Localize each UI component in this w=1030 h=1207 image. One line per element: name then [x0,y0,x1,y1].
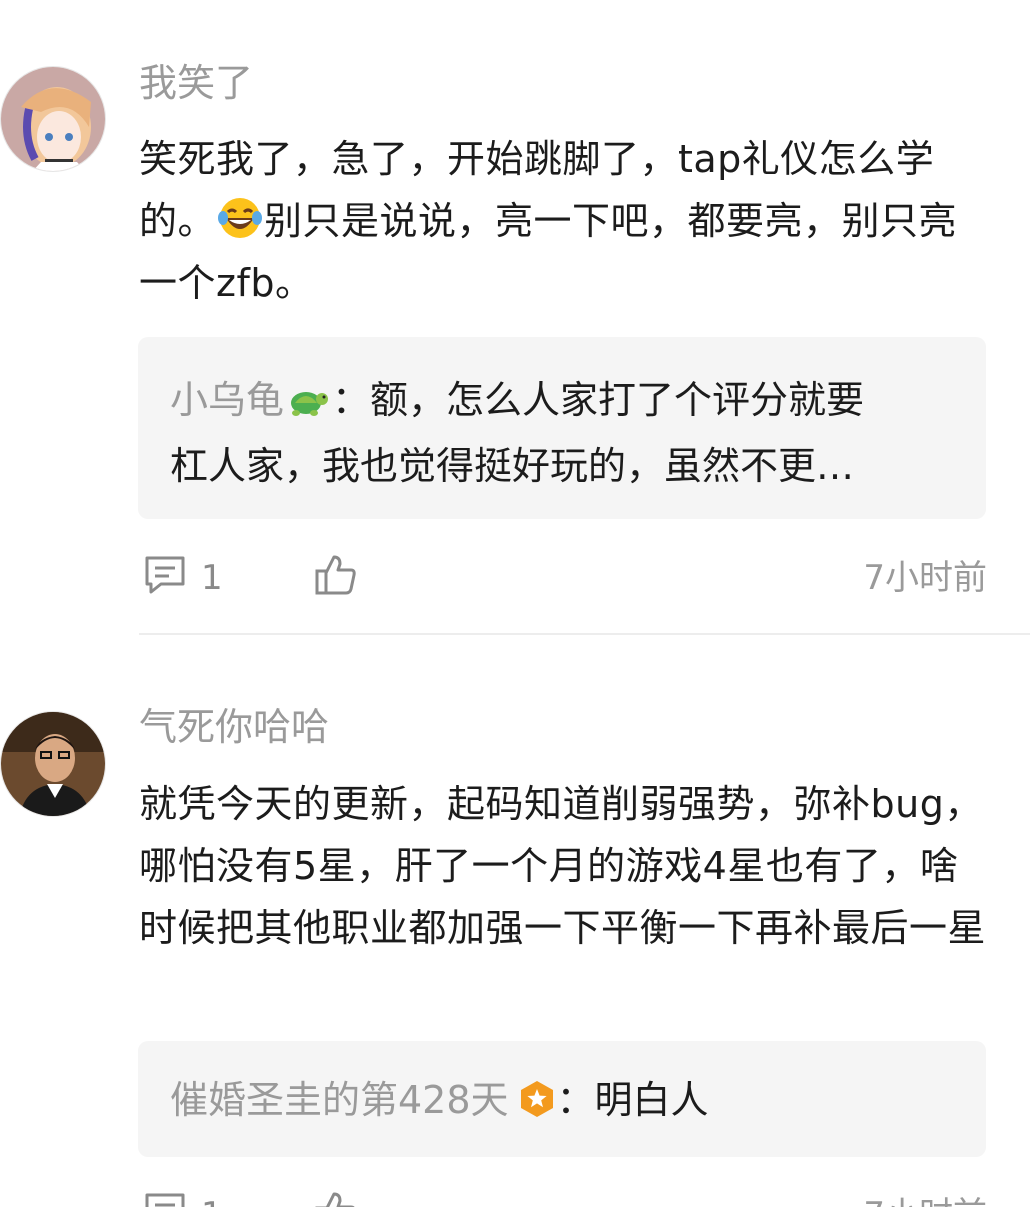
reply-separator: ： [332,378,371,422]
reply-line: 小乌龟 ：额，怎么人家打了个评分就要 [170,367,954,433]
reply-preview[interactable]: 小乌龟 ：额，怎么人家打了个评分就要 杠人家，我也觉得挺好玩的，虽然不更… [138,337,986,519]
comment-feed: 我笑了 笑死我了，急了，开始跳脚了，tap礼仪怎么学的。 别只是说说，亮一下吧，都… [0,0,1030,1207]
reply-separator: ： [556,1078,595,1122]
reply-count: 1 [201,558,223,598]
reply-author[interactable]: 催婚圣圭的第428天 [170,1078,509,1122]
turtle-emoji-icon [286,373,330,417]
action-row: 1 7小时前 [139,1190,987,1207]
username[interactable]: 气死你哈哈 [139,704,329,750]
comment-body: 笑死我了，急了，开始跳脚了，tap礼仪怎么学的。 别只是说说，亮一下吧，都要亮，别… [139,128,989,314]
avatar[interactable] [0,66,106,172]
comment-icon [143,1189,187,1207]
timestamp: 7小时前 [863,558,987,598]
divider [139,633,1030,635]
username[interactable]: 我笑了 [139,60,253,106]
reply-text: 明白人 [594,1078,709,1122]
reply-button[interactable]: 1 [143,553,223,603]
reply-count: 1 [201,1195,223,1207]
comment-icon [143,552,187,605]
thumbs-up-icon [313,1188,359,1207]
like-button[interactable] [313,1190,359,1207]
reply-author[interactable]: 小乌龟 [170,378,284,422]
reply-text: 额，怎么人家打了个评分就要 [370,378,865,422]
action-row: 1 7小时前 [139,553,987,603]
reply-button[interactable]: 1 [143,1190,223,1207]
reply-line: 杠人家，我也觉得挺好玩的，虽然不更… [170,444,855,488]
reply-preview[interactable]: 催婚圣圭的第428天 ：明白人 [138,1041,986,1157]
timestamp: 7小时前 [863,1190,987,1207]
reply-line: 催婚圣圭的第428天 ：明白人 [170,1067,954,1133]
like-button[interactable] [313,553,359,603]
star-badge-icon [517,1073,557,1117]
thumbs-up-icon [313,551,359,606]
laughing-tears-emoji-icon [218,196,263,240]
avatar[interactable] [0,711,106,817]
comment-body: 就凭今天的更新，起码知道削弱强势，弥补bug，哪怕没有5星，肝了一个月的游戏4星… [139,782,987,950]
